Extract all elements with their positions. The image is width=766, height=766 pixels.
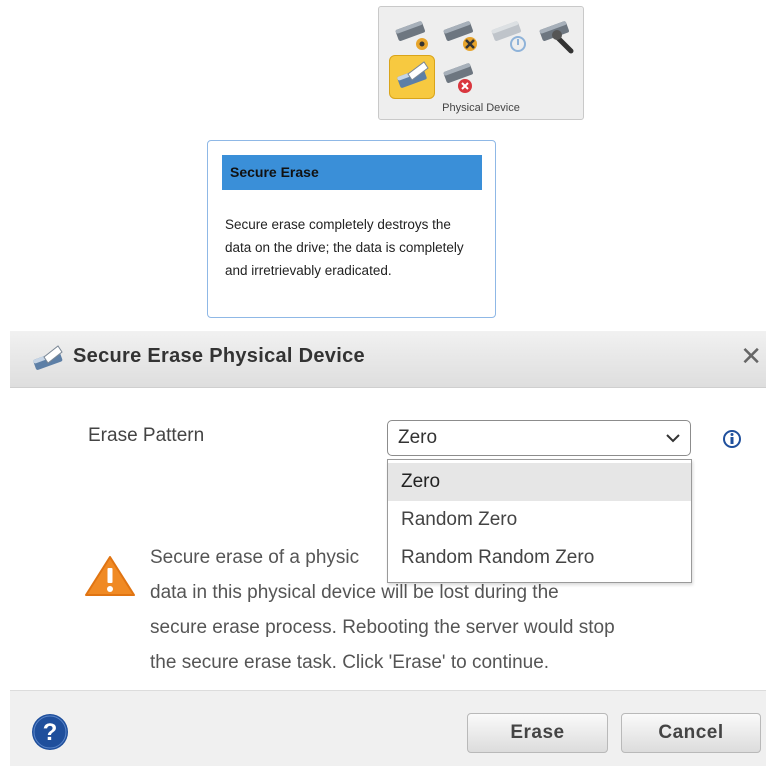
erase-pattern-dropdown: Zero Random Zero Random Random Zero (387, 459, 692, 583)
erase-pattern-select[interactable]: Zero (387, 420, 691, 456)
tooltip-title: Secure Erase (222, 155, 482, 190)
toolbar-caption: Physical Device (442, 102, 520, 114)
secure-erase-tooltip: Secure Erase Secure erase completely des… (207, 140, 496, 318)
drive-tools-icon (443, 21, 477, 51)
close-icon[interactable]: ✕ (740, 341, 762, 371)
erase-button[interactable]: Erase (467, 713, 608, 753)
chevron-down-icon (666, 434, 680, 443)
dropdown-option-random-random-zero[interactable]: Random Random Zero (388, 539, 691, 577)
secure-erase-button[interactable] (389, 55, 435, 99)
drive-tools-button[interactable] (439, 15, 483, 55)
drive-remove-icon (443, 63, 473, 93)
help-icon[interactable]: ? (30, 712, 70, 752)
drive-settings-button[interactable] (391, 15, 435, 55)
svg-text:?: ? (43, 719, 58, 746)
warning-line: the secure erase task. Click 'Erase' to … (150, 652, 550, 673)
secure-erase-icon (33, 345, 63, 370)
dialog-title: Secure Erase Physical Device (73, 345, 365, 367)
dropdown-option-random-zero[interactable]: Random Zero (388, 501, 691, 539)
drive-power-button[interactable] (487, 15, 531, 55)
physical-device-toolbar: Physical Device (378, 6, 584, 120)
secure-erase-icon (397, 61, 429, 88)
drive-remove-button[interactable] (439, 57, 483, 97)
drive-wrench-button[interactable] (535, 15, 579, 55)
warning-line: secure erase process. Rebooting the serv… (150, 617, 615, 638)
drive-wrench-icon (539, 21, 574, 54)
dialog-footer: ? Erase Cancel (10, 690, 766, 766)
warning-icon (85, 556, 135, 596)
info-icon[interactable] (722, 429, 742, 449)
erase-pattern-label: Erase Pattern (88, 425, 205, 446)
drive-settings-icon (395, 21, 428, 50)
cancel-button[interactable]: Cancel (621, 713, 761, 753)
dialog-title-bar: Secure Erase Physical Device ✕ (10, 331, 766, 388)
select-value: Zero (398, 427, 438, 448)
dropdown-option-zero[interactable]: Zero (388, 463, 691, 501)
drive-power-disabled-icon (491, 21, 526, 52)
tooltip-body: Secure erase completely destroys the dat… (225, 217, 464, 278)
